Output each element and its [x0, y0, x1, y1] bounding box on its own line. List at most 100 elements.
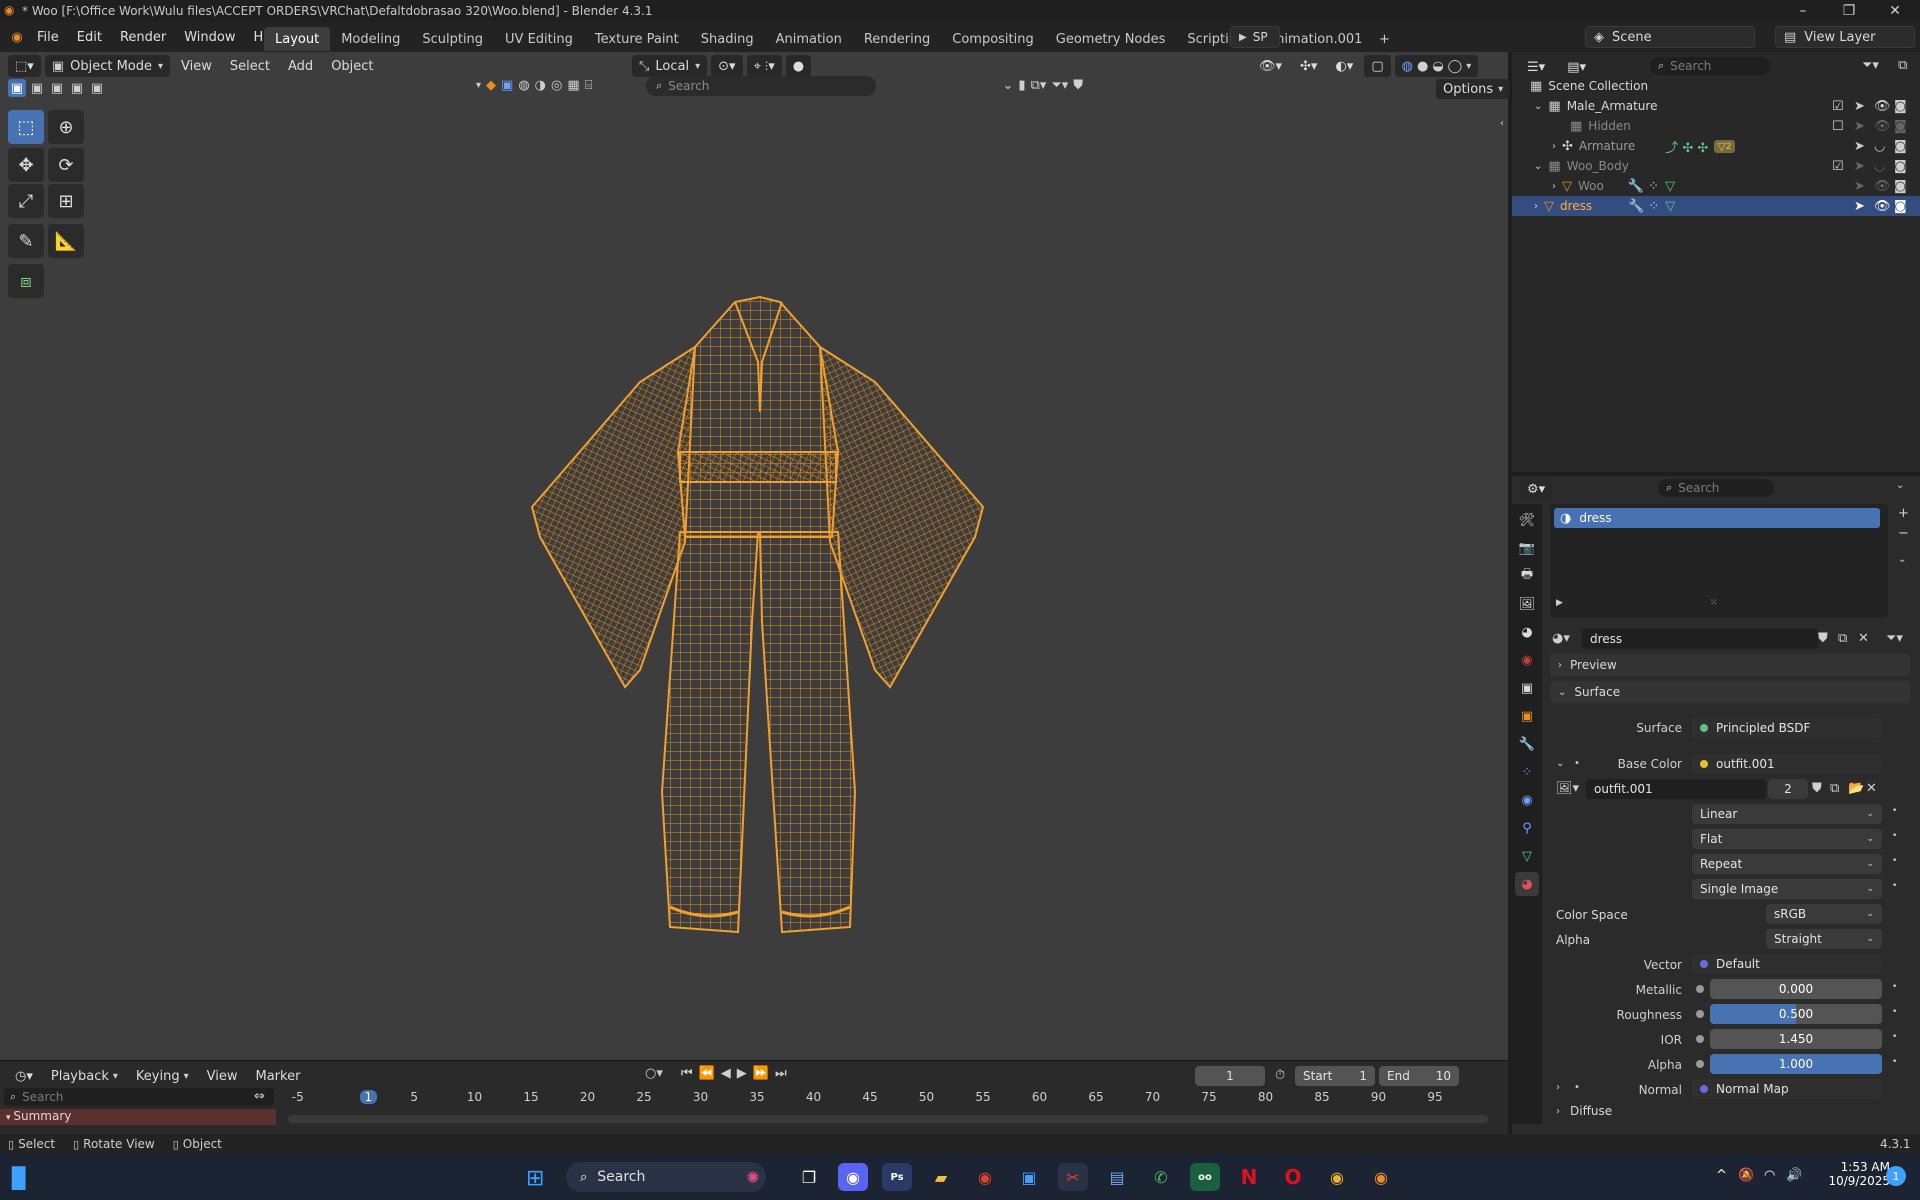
- camera-filter-icon[interactable]: ▦: [567, 78, 579, 93]
- blender-taskbar-icon[interactable]: ◉: [1366, 1163, 1396, 1191]
- world-tab-icon[interactable]: ◉: [1515, 648, 1539, 672]
- netflix-icon[interactable]: N: [1234, 1163, 1264, 1191]
- outliner-row-hidden[interactable]: ▦ Hidden ☐ ➤ 👁 ◙: [1512, 116, 1920, 136]
- fake-user-shield-icon[interactable]: ⛊: [1818, 631, 1828, 646]
- store-icon[interactable]: ▣: [1014, 1163, 1044, 1191]
- menu-edit[interactable]: Edit: [68, 26, 111, 48]
- material-slot-dress[interactable]: ◑ dress: [1554, 508, 1880, 528]
- eye-closed-icon[interactable]: ◡: [1874, 139, 1885, 154]
- camera-icon[interactable]: ◙: [1894, 99, 1907, 114]
- tab-uv-editing[interactable]: UV Editing: [494, 27, 584, 51]
- eye-icon[interactable]: 👁: [1874, 179, 1891, 194]
- tab-geometry-nodes[interactable]: Geometry Nodes: [1045, 27, 1177, 51]
- modifier-tab-icon[interactable]: 🔧: [1515, 732, 1539, 756]
- output-tab-icon[interactable]: 🖶: [1515, 564, 1539, 588]
- photoshop-icon[interactable]: Ps: [882, 1163, 912, 1191]
- tab-texture-paint[interactable]: Texture Paint: [584, 27, 690, 51]
- empty-filter-icon[interactable]: ⌸: [585, 78, 593, 93]
- camera-icon[interactable]: ◙: [1894, 139, 1907, 154]
- checkbox-empty-icon[interactable]: ☐: [1832, 119, 1844, 134]
- ior-slider[interactable]: 1.450: [1710, 1029, 1882, 1049]
- view-layer-selector[interactable]: ▤ View Layer: [1775, 26, 1915, 48]
- chevron-down-icon[interactable]: ⌄: [1896, 480, 1904, 491]
- camera-icon[interactable]: ◙: [1894, 159, 1907, 174]
- sidebar-toggle-icon[interactable]: ‹: [1500, 118, 1504, 129]
- camera-icon[interactable]: ◙: [1894, 119, 1907, 134]
- proportional-edit-icon[interactable]: ●: [785, 55, 812, 77]
- vector-field[interactable]: Default: [1692, 954, 1882, 974]
- select-arrow-icon[interactable]: ➤: [1854, 139, 1865, 154]
- filter-icon[interactable]: ⏷▾: [1862, 58, 1879, 73]
- eye-icon[interactable]: 👁: [1874, 199, 1891, 214]
- link-type-icon[interactable]: ⏷▾: [1886, 631, 1903, 646]
- menu-render[interactable]: Render: [111, 26, 175, 48]
- metallic-slider[interactable]: 0.000: [1710, 979, 1882, 999]
- mode-selector[interactable]: ▣ Object Mode ▾: [44, 55, 171, 77]
- alpha-mode-select[interactable]: Straight ⌄: [1766, 929, 1882, 949]
- menu-add[interactable]: Add: [281, 55, 320, 77]
- play-reverse-icon[interactable]: ◀: [721, 1066, 731, 1081]
- outliner-search[interactable]: ⌕ Search: [1650, 57, 1770, 75]
- tab-compositing[interactable]: Compositing: [941, 27, 1045, 51]
- tab-shading[interactable]: Shading: [690, 27, 765, 51]
- prev-key-icon[interactable]: ⏪: [699, 1066, 715, 1081]
- clock[interactable]: 1:53 AM 10/9/2025: [1820, 1160, 1890, 1188]
- chevron-down-icon[interactable]: ⌄: [1534, 161, 1542, 172]
- select-extend-icon[interactable]: ▣: [28, 79, 46, 97]
- eye-icon[interactable]: 👁: [1874, 119, 1891, 134]
- 3d-viewport[interactable]: ⬚▾ ▣ Object Mode ▾ View Select Add Objec…: [0, 52, 1511, 1060]
- layers-icon[interactable]: ⧉▾: [1031, 78, 1047, 93]
- base-color-field[interactable]: outfit.001: [1692, 754, 1882, 774]
- end-frame-field[interactable]: End 10: [1379, 1066, 1459, 1086]
- windows-start-icon[interactable]: ⊞: [526, 1166, 544, 1191]
- curve-filter-icon[interactable]: ◑: [535, 78, 546, 93]
- octopus-icon[interactable]: ✺: [738, 1163, 768, 1191]
- current-frame-field[interactable]: 1: [1195, 1066, 1265, 1086]
- notification-count-badge[interactable]: 1: [1886, 1166, 1906, 1186]
- gizmo-icon[interactable]: ✣▾: [1293, 55, 1324, 77]
- options-button[interactable]: Options ▾: [1436, 79, 1511, 99]
- checkbox-checked-icon[interactable]: ☑: [1832, 99, 1844, 114]
- object-type-icon[interactable]: ◆: [486, 78, 496, 93]
- add-cube-tool-icon[interactable]: ⧈: [8, 264, 44, 298]
- outliner-row-woo-body[interactable]: ⌄ ▦ Woo_Body ☑ ➤ ◡ ◙: [1512, 156, 1920, 176]
- scene-tab-icon[interactable]: ◕: [1515, 620, 1539, 644]
- collection-tab-icon[interactable]: ▣: [1515, 676, 1539, 700]
- chevron-right-icon[interactable]: ›: [1552, 141, 1556, 152]
- select-box-tool-icon[interactable]: ⬚: [8, 110, 44, 144]
- shading-mode-group[interactable]: ◍ ● ◒ ◯ ▾: [1394, 55, 1479, 77]
- select-new-icon[interactable]: ▣: [8, 79, 26, 97]
- new-collection-icon[interactable]: ⧉: [1898, 58, 1907, 73]
- camera-icon[interactable]: ◙: [1894, 179, 1907, 194]
- wireframe-shading-icon[interactable]: ◍: [1402, 59, 1413, 74]
- open-image-icon[interactable]: 📂: [1848, 781, 1864, 796]
- scene-selector[interactable]: ◈ Scene: [1585, 26, 1755, 48]
- visibility-icon[interactable]: 👁▾: [1252, 55, 1289, 77]
- scale-tool-icon[interactable]: ⤢: [8, 184, 44, 218]
- frame-ruler[interactable]: -5 1 5 10 15 20 25 30 35 40 45 50 55 60 65 70 75 80 85 90 95: [280, 1087, 1490, 1109]
- stopwatch-icon[interactable]: ⏱: [1275, 1068, 1285, 1083]
- wifi-icon[interactable]: ◠: [1764, 1168, 1775, 1183]
- remote-desktop-icon[interactable]: ▤: [1102, 1163, 1132, 1191]
- checkbox-checked-icon[interactable]: ☑: [1832, 159, 1844, 174]
- keyframe-dot-icon[interactable]: •: [1892, 806, 1897, 816]
- outliner-row-male-armature[interactable]: ⌄ ▦ Male_Armature ☑ ➤ 👁 ◙: [1512, 96, 1920, 116]
- close-icon[interactable]: ✕: [1872, 0, 1918, 22]
- alpha-slider[interactable]: 1.000: [1710, 1054, 1882, 1074]
- add-workspace-icon[interactable]: +: [1373, 32, 1395, 47]
- overlay-icon[interactable]: ◐▾: [1328, 55, 1360, 77]
- eye-icon[interactable]: 👁: [1874, 99, 1891, 114]
- select-intersect-icon[interactable]: ▣: [88, 79, 106, 97]
- taskbar-search[interactable]: ⌕ Search: [566, 1162, 766, 1192]
- timeline-search[interactable]: ⌕ Search: [4, 1088, 274, 1106]
- diffuse-panel-header[interactable]: › Diffuse: [1556, 1104, 1612, 1118]
- snipping-icon[interactable]: ✂: [1058, 1163, 1088, 1191]
- notification-bell-off-icon[interactable]: 🔕: [1738, 1168, 1754, 1183]
- bookmark-icon[interactable]: ▮: [1018, 78, 1025, 93]
- app-oo-icon[interactable]: oo: [1190, 1163, 1220, 1191]
- surface-shader-field[interactable]: Principled BSDF: [1692, 718, 1882, 738]
- select-subtract-icon[interactable]: ▣: [48, 79, 66, 97]
- chevron-up-icon[interactable]: ^: [1716, 1168, 1727, 1183]
- select-arrow-icon[interactable]: ➤: [1854, 159, 1865, 174]
- xray-icon[interactable]: ▢: [1364, 55, 1391, 77]
